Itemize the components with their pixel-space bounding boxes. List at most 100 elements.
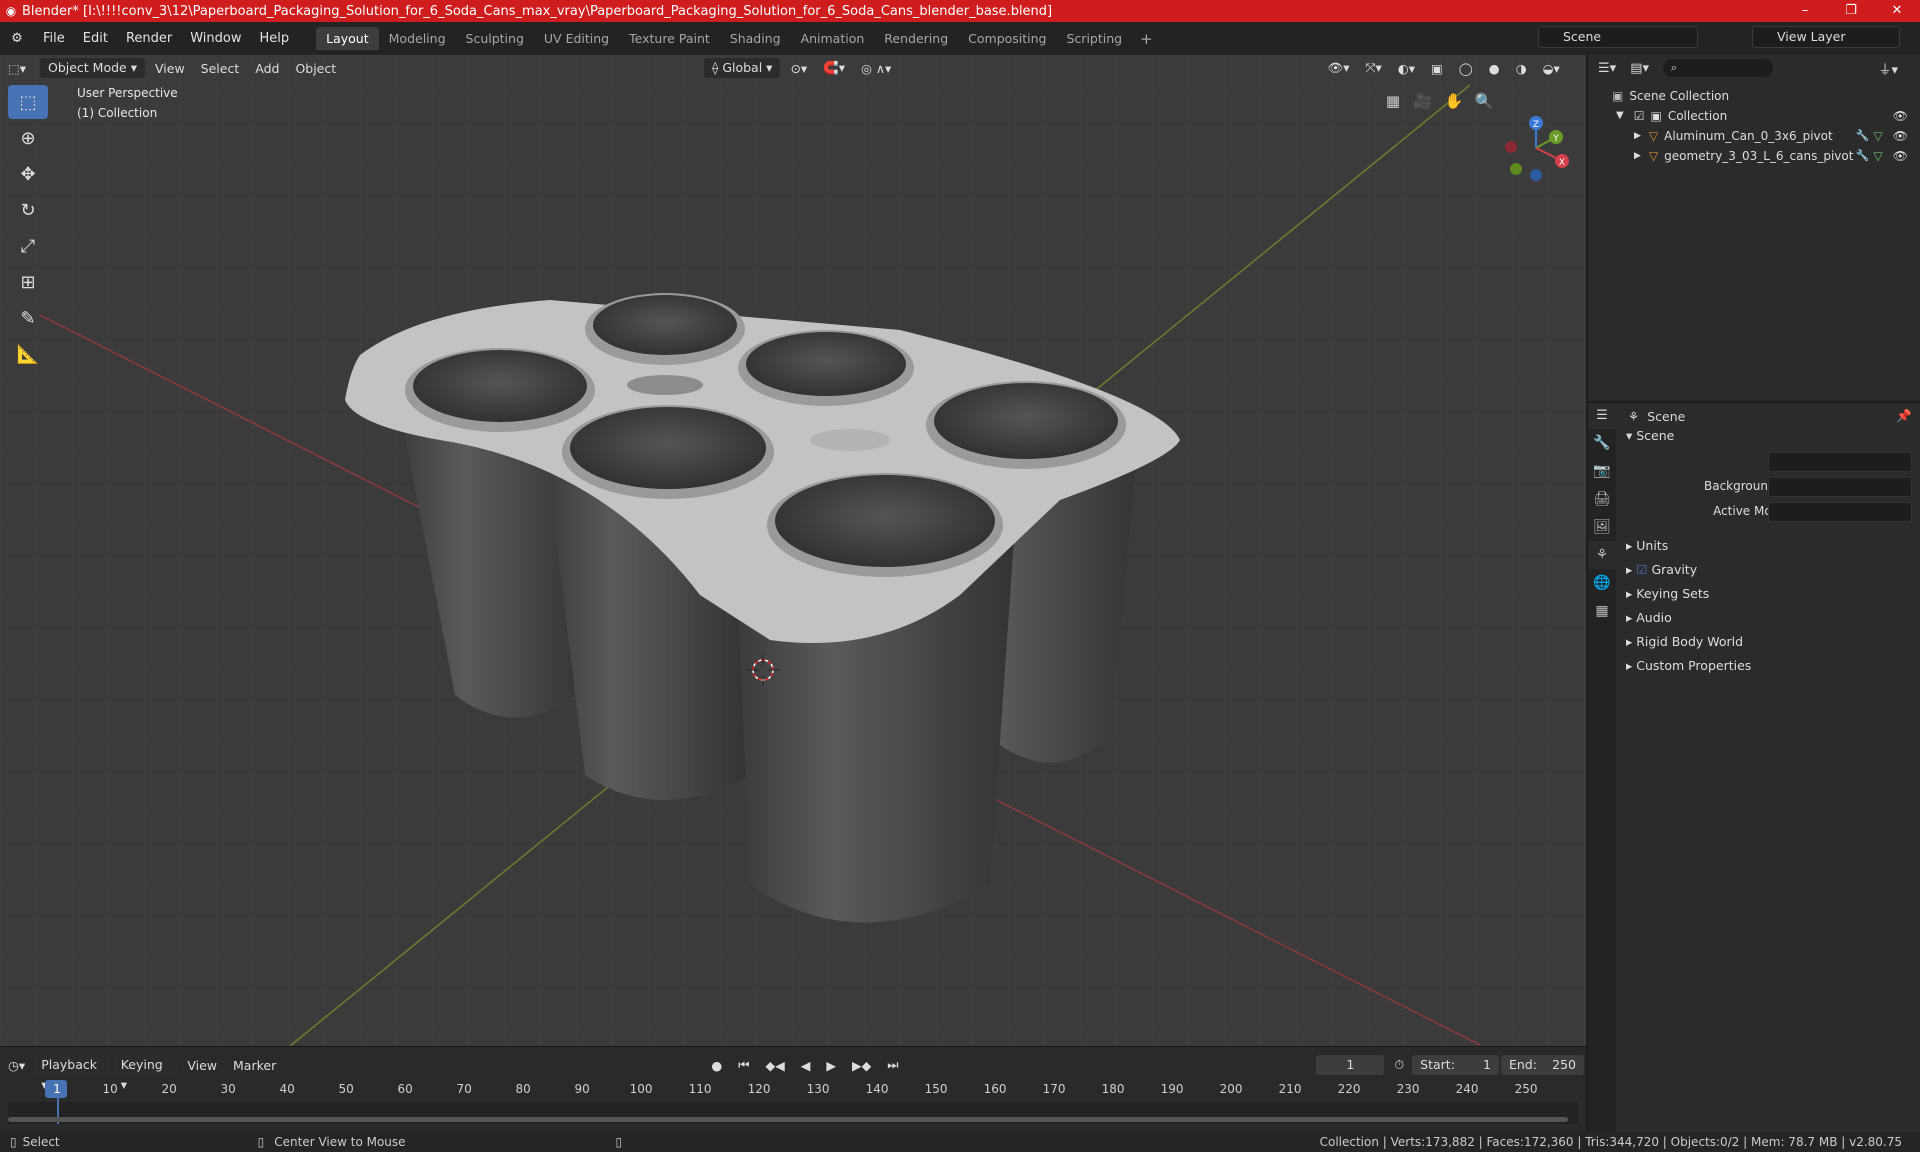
measure-tool-icon[interactable]: 📐 [8,337,48,371]
scene-panel-header[interactable]: ▾ Scene [1626,425,1674,447]
properties-editor-icon[interactable]: ☰ [1588,403,1616,429]
audio-panel[interactable]: ▸ Audio [1626,607,1672,629]
timeline-editor[interactable]: ◷▾ Playback ▾ Keying ▾ View Marker ● ⏮ ◆… [0,1046,1586,1132]
shading-wireframe-icon[interactable]: ◯ [1451,61,1481,76]
tab-sculpting[interactable]: Sculpting [456,27,534,50]
object-mode-dropdown[interactable]: Object Mode ▾ [40,58,145,78]
editor-type-icon[interactable]: ⬚▾ [0,61,40,76]
tab-compositing[interactable]: Compositing [958,27,1056,50]
tab-scripting[interactable]: Scripting [1057,27,1133,50]
auto-keying-icon[interactable]: ⏱ [1386,1057,1412,1073]
timeline-track[interactable] [8,1082,1578,1124]
tab-texture-paint[interactable]: Texture Paint [619,27,720,50]
render-tab-icon[interactable]: 📷 [1588,457,1616,485]
record-icon[interactable]: ● [703,1058,730,1073]
scale-tool-icon[interactable]: ⤢ [8,229,48,263]
outliner-collection-row[interactable]: ▼ ☑ ▣ Collection 👁 [1616,106,1916,126]
pan-view-icon[interactable]: ✋ [1441,88,1467,114]
shading-rendered-icon[interactable]: ◒▾ [1535,61,1568,76]
outliner[interactable]: ☰▾ ▤▾ ⌕ ⏚▾ ▣ Scene Collection ▼ ☑ ▣ Coll… [1588,55,1920,401]
timeline-menu-marker[interactable]: Marker [225,1058,284,1073]
scene-tab-icon[interactable]: ⚘ [1588,541,1616,569]
timeline-scrollbar[interactable] [8,1117,1568,1122]
shading-material-icon[interactable]: ◑ [1508,61,1535,76]
tool-tab-icon[interactable]: 🔧 [1588,429,1616,457]
timeline-menu-keying[interactable]: Keying ▾ [112,1055,178,1092]
minimize-button[interactable]: – [1782,0,1828,22]
world-tab-icon[interactable]: 🌐 [1588,569,1616,597]
camera-field[interactable] [1768,452,1912,472]
display-mode-icon[interactable]: ▤▾ [1630,61,1649,76]
filter-icon[interactable]: ⏚▾ [1878,59,1898,78]
outliner-object-row[interactable]: ▶ ▽ Aluminum_Can_0_3x6_pivot 🔧 ▽ 👁 [1634,126,1916,146]
menu-window[interactable]: Window [181,31,250,46]
end-frame-field[interactable]: End: 250 [1500,1055,1584,1075]
timeline-editor-type-icon[interactable]: ◷▾ [0,1058,33,1073]
output-tab-icon[interactable]: 🖨 [1588,485,1616,513]
gravity-panel[interactable]: ▸ ☑ Gravity [1626,559,1697,581]
xray-icon[interactable]: ▣ [1423,61,1451,76]
mesh-data-icon[interactable]: ▽ [1874,146,1883,166]
rigid-body-world-panel[interactable]: ▸ Rigid Body World [1626,631,1743,653]
current-frame-field[interactable]: 1 [1316,1055,1385,1075]
zoom-view-icon[interactable]: 🔍 [1471,88,1497,114]
viewport-menu-add[interactable]: Add [247,61,287,76]
next-keyframe-icon[interactable]: ▶◆ [844,1058,879,1073]
jump-start-icon[interactable]: ⏮ [730,1057,757,1073]
3d-viewport[interactable]: Z Y X ⬚▾ Object Mode ▾ View Select Add O… [0,55,1586,1046]
modifier-icon[interactable]: 🔧 [1856,146,1870,166]
eye-icon[interactable]: 👁 [1893,126,1908,146]
properties-editor[interactable]: ☰ ⚘ Scene 📌 🔧 📷 🖨 🖼 ⚘ 🌐 ▦ ▾ Scene Camera… [1588,403,1920,1132]
play-icon[interactable]: ▶ [818,1058,844,1073]
jump-end-icon[interactable]: ⏭ [879,1057,906,1073]
outliner-scene-collection[interactable]: ▣ Scene Collection [1612,86,1729,106]
outliner-search-input[interactable]: ⌕ [1663,59,1773,77]
eye-icon[interactable]: 👁 [1893,106,1908,126]
blender-menu-icon[interactable]: ⚙ [0,31,34,46]
cursor-tool-icon[interactable]: ⊕ [8,121,48,155]
tab-uv-editing[interactable]: UV Editing [534,27,619,50]
camera-view-icon[interactable]: 🎥 [1410,88,1436,114]
tab-shading[interactable]: Shading [720,27,791,50]
shading-solid-icon[interactable]: ● [1481,61,1508,76]
background-scene-field[interactable] [1768,477,1912,497]
tab-rendering[interactable]: Rendering [874,27,958,50]
select-box-icon[interactable]: ⬚ [8,85,48,119]
play-reverse-icon[interactable]: ◀ [793,1058,819,1073]
timeline-ruler[interactable]: 1 10 20 30 40 50 60 70 80 90 100 110 120 130 140 150 160… [0,1080,1586,1100]
viewport-menu-object[interactable]: Object [287,61,344,76]
tab-animation[interactable]: Animation [791,27,875,50]
overlay-toggle-icon[interactable]: ◐▾ [1390,61,1423,76]
timeline-menu-view[interactable]: View [179,1058,225,1073]
keying-sets-panel[interactable]: ▸ Keying Sets [1626,583,1709,605]
texture-tab-icon[interactable]: ▦ [1588,597,1616,625]
snap-icon[interactable]: 🧲▾ [815,60,853,76]
start-frame-field[interactable]: Start: 1 [1412,1055,1499,1075]
gizmo-toggle-icon[interactable]: ⤧▾ [1358,60,1390,76]
view-layer-tab-icon[interactable]: 🖼 [1588,513,1616,541]
active-movie-clip-field[interactable] [1768,502,1912,522]
rotate-tool-icon[interactable]: ↻ [8,193,48,227]
expand-arrow-icon[interactable]: ▶ [1634,126,1641,146]
outliner-object-row[interactable]: ▶ ▽ geometry_3_03_L_6_cans_pivot 🔧 ▽ 👁 [1634,146,1916,166]
outliner-editor-icon[interactable]: ☰▾ [1598,61,1616,76]
gravity-checkbox[interactable]: ☑ [1636,562,1647,577]
modifier-icon[interactable]: 🔧 [1856,126,1870,146]
custom-properties-panel[interactable]: ▸ Custom Properties [1626,655,1751,677]
checkbox-icon[interactable]: ☑ [1634,106,1645,126]
eye-icon[interactable]: 👁 [1893,146,1908,166]
expand-arrow-icon[interactable]: ▶ [1634,146,1641,166]
units-panel[interactable]: ▸ Units [1626,535,1668,557]
annotate-tool-icon[interactable]: ✎ [8,301,48,335]
maximize-button[interactable]: ❐ [1828,0,1874,22]
menu-edit[interactable]: Edit [74,31,117,46]
menu-help[interactable]: Help [251,31,299,46]
prev-keyframe-icon[interactable]: ◆◀ [758,1058,793,1073]
transform-orientation-dropdown[interactable]: ⟠ Global ▾ [704,58,781,78]
expand-arrow-icon[interactable]: ▼ [1616,106,1624,126]
tab-layout[interactable]: Layout [316,27,379,50]
toggle-perspective-icon[interactable]: ▦ [1380,88,1406,114]
viewport-menu-select[interactable]: Select [193,61,248,76]
pivot-icon[interactable]: ⊙▾ [782,61,815,76]
scene-selector[interactable]: Scene [1538,26,1698,48]
